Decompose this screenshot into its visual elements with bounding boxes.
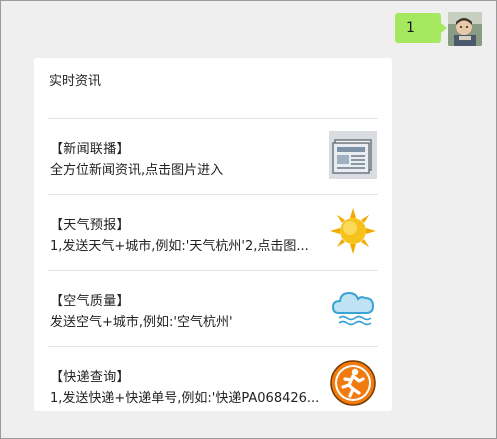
- avatar-image: [448, 12, 482, 46]
- news-card[interactable]: 实时资讯 【新闻联播】 全方位新闻资讯,点击图片进入 【天气预报】 1,发送天气…: [34, 58, 392, 411]
- bubble-tail: [441, 23, 447, 33]
- item-title: 【快递查询】: [50, 370, 130, 385]
- item-title: 【天气预报】: [50, 218, 130, 233]
- sent-message-text: 1: [406, 20, 415, 36]
- news-item-express[interactable]: 【快递查询】 1,发送快递+快递单号,例如:'快递PA068426...: [48, 346, 378, 423]
- sun-icon: [329, 207, 377, 255]
- item-description: 全方位新闻资讯,点击图片进入: [50, 163, 224, 178]
- news-item-air-quality[interactable]: 【空气质量】 发送空气+城市,例如:'空气杭州': [48, 270, 378, 347]
- chat-window: 1 实时资讯 【新闻联播】 全方位新闻资讯,点击图片进入 【天气预报】 1,发送…: [0, 0, 497, 439]
- news-item-news[interactable]: 【新闻联播】 全方位新闻资讯,点击图片进入: [48, 118, 378, 195]
- item-description: 1,发送天气+城市,例如:'天气杭州'2,点击图...: [50, 239, 309, 254]
- sent-message-bubble[interactable]: 1: [395, 13, 447, 43]
- message-list: 1 实时资讯 【新闻联播】 全方位新闻资讯,点击图片进入 【天气预报】 1,发送…: [1, 1, 496, 438]
- newspaper-icon: [329, 131, 377, 179]
- item-description: 发送空气+城市,例如:'空气杭州': [50, 315, 233, 330]
- cloud-icon: [329, 283, 377, 331]
- item-title: 【新闻联播】: [50, 142, 130, 157]
- news-item-weather[interactable]: 【天气预报】 1,发送天气+城市,例如:'天气杭州'2,点击图...: [48, 194, 378, 271]
- card-title: 实时资讯: [49, 74, 102, 89]
- item-title: 【空气质量】: [50, 294, 130, 309]
- avatar[interactable]: [448, 12, 482, 46]
- item-description: 1,发送快递+快递单号,例如:'快递PA068426...: [50, 391, 320, 406]
- runner-icon: [329, 359, 377, 407]
